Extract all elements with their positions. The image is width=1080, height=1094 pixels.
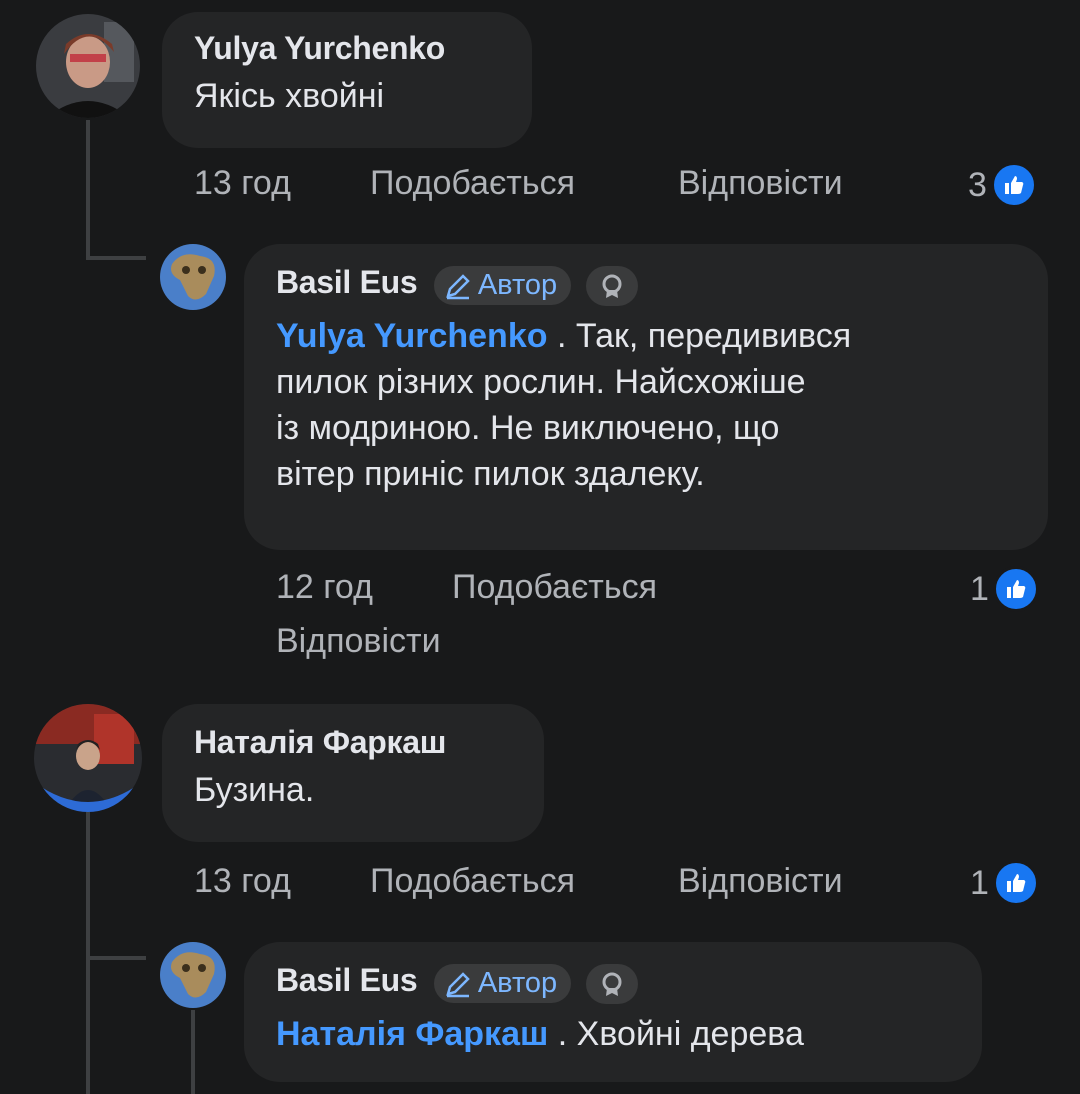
comment-header: Basil Eus Автор <box>276 962 950 1007</box>
comment-text: Якісь хвойні <box>194 77 385 115</box>
comment-line: . Так, передивився <box>556 316 852 355</box>
pencil-icon <box>446 273 470 300</box>
reply-button[interactable]: Відповісти <box>678 164 843 203</box>
like-button[interactable]: Подобається <box>452 568 657 607</box>
comment-bubble: Yulya Yurchenko Якісь хвойні <box>162 12 532 148</box>
comment-text: Наталія Фаркаш . Хвойні дерева <box>276 1011 950 1057</box>
comment-author[interactable]: Basil Eus <box>276 264 418 300</box>
thread-line <box>86 120 90 260</box>
comment-line: вітер приніс пилок здалеку. <box>276 454 705 493</box>
comment-bubble: Basil Eus Автор Yulya Yurchenko . Так, п… <box>244 244 1048 550</box>
award-icon[interactable] <box>585 265 638 306</box>
author-badge-label: Автор <box>477 269 558 302</box>
avatar[interactable] <box>160 244 226 310</box>
reaction-count-value: 1 <box>970 863 989 902</box>
author-badge: Автор <box>433 964 572 1004</box>
like-button[interactable]: Подобається <box>370 164 575 203</box>
like-icon <box>992 860 1039 906</box>
award-icon[interactable] <box>585 963 638 1004</box>
thread-connector <box>86 256 146 260</box>
comment-line: із модриною. Не виключено, що <box>276 408 780 447</box>
comment-bubble: Наталія Фаркаш Бузина. <box>162 704 544 842</box>
comment-time[interactable]: 12 год <box>276 568 373 607</box>
comment-author[interactable]: Наталія Фаркаш <box>194 724 512 761</box>
author-badge: Автор <box>433 266 572 306</box>
comment-header: Basil Eus Автор <box>276 264 1016 309</box>
thread-connector <box>86 956 146 960</box>
avatar[interactable] <box>160 942 226 1008</box>
reaction-count[interactable]: 1 <box>970 860 1039 906</box>
like-icon <box>990 162 1037 208</box>
comment-time[interactable]: 13 год <box>194 862 291 901</box>
comment-author[interactable]: Basil Eus <box>276 962 418 998</box>
author-badge-label: Автор <box>477 967 558 1000</box>
comment-author[interactable]: Yulya Yurchenko <box>194 30 500 67</box>
reply-button[interactable]: Відповісти <box>276 622 441 661</box>
avatar[interactable] <box>34 704 142 812</box>
reaction-count-value: 1 <box>970 569 989 608</box>
avatar[interactable] <box>36 14 140 118</box>
thread-line <box>86 812 90 1094</box>
thread-line <box>191 1010 195 1094</box>
reaction-count[interactable]: 1 <box>970 566 1039 612</box>
comment-line: . Хвойні дерева <box>557 1014 804 1053</box>
comment-time[interactable]: 13 год <box>194 164 291 203</box>
reaction-count[interactable]: 3 <box>968 162 1037 208</box>
comment-bubble: Basil Eus Автор Наталія Фаркаш . Хвойні … <box>244 942 982 1082</box>
comment-line: пилок різних рослин. Найсхожіше <box>276 362 806 401</box>
reply-button[interactable]: Відповісти <box>678 862 843 901</box>
comment-text: Бузина. <box>194 771 315 809</box>
mention-link[interactable]: Yulya Yurchenko <box>276 317 548 355</box>
like-icon <box>992 566 1039 612</box>
reaction-count-value: 3 <box>968 165 987 204</box>
pencil-icon <box>446 971 470 998</box>
comment-text: Yulya Yurchenko . Так, передивився пилок… <box>276 313 1016 497</box>
mention-link[interactable]: Наталія Фаркаш <box>276 1015 548 1053</box>
like-button[interactable]: Подобається <box>370 862 575 901</box>
